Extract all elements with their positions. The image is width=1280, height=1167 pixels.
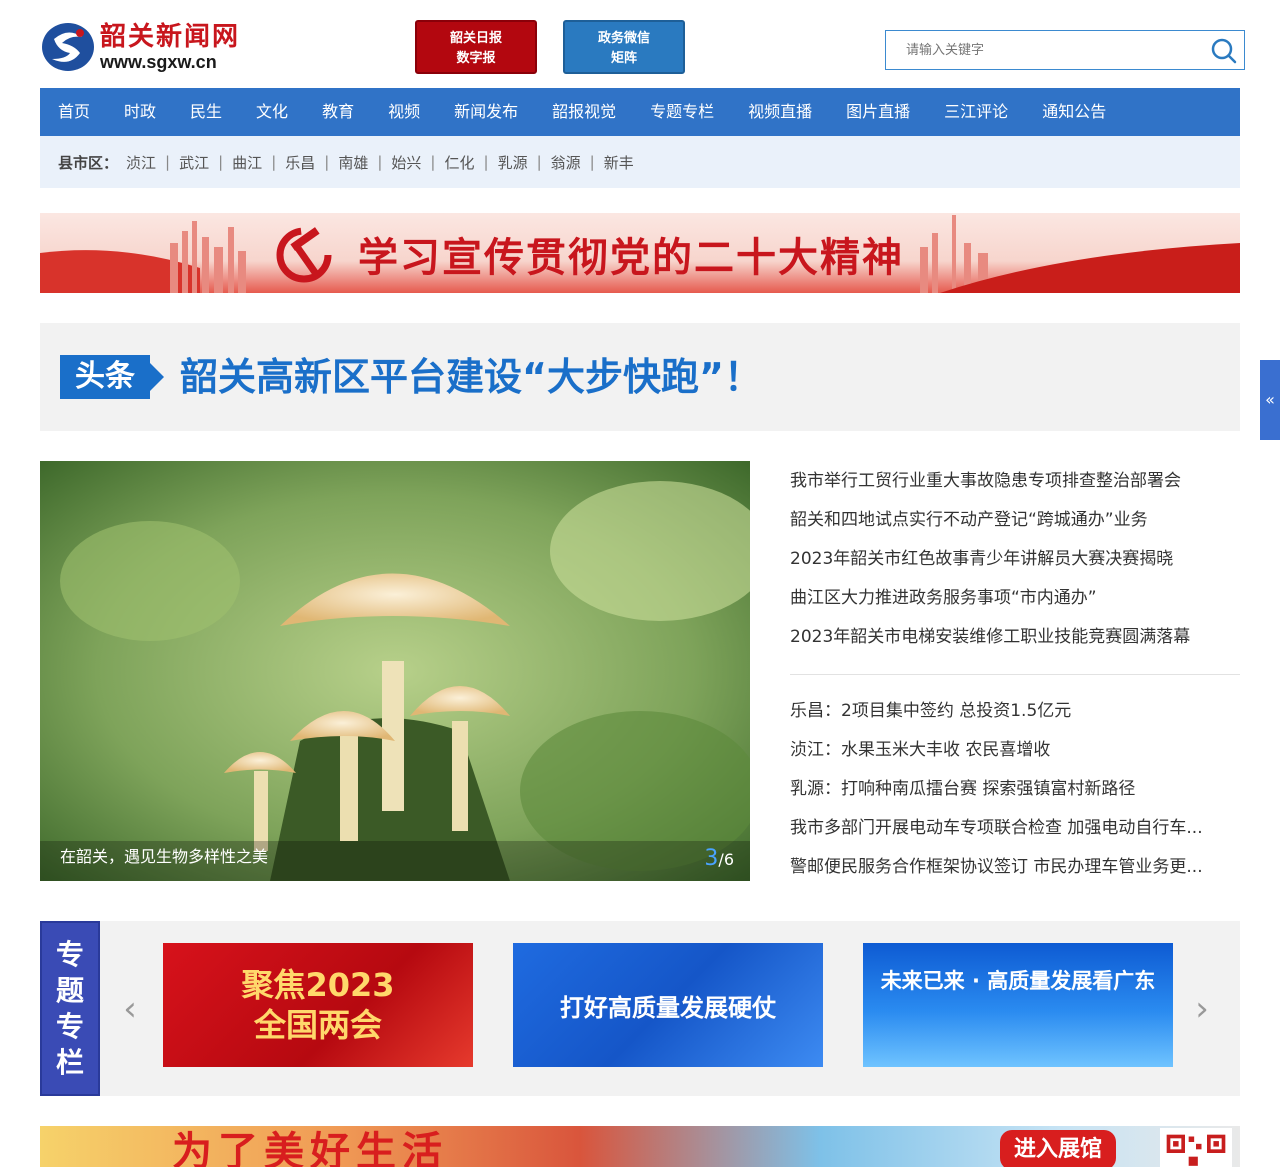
site-header: 韶关新闻网 www.sgxw.cn 韶关日报 数字报 政务微信 矩阵 — [40, 0, 1245, 88]
topics-label-char: 栏 — [55, 1045, 84, 1079]
nav-item-livelihood[interactable]: 民生 — [173, 88, 239, 136]
party-banner[interactable]: 学习宣传贯彻党的二十大精神 — [40, 213, 1240, 293]
headline-section: 头条 韶关高新区平台建设“大步快跑”！ — [40, 323, 1240, 431]
gov-button-line1: 政务微信 — [597, 31, 650, 46]
logo-url-text: www.sgxw.cn — [100, 52, 217, 72]
photo-slideshow[interactable]: 在韶关，遇见生物多样性之美 3/6 — [40, 461, 750, 881]
daily-button-line1: 韶关日报 — [449, 31, 502, 46]
topic-card-text: 未来已来 · 高质量发展看广东 — [880, 969, 1156, 993]
news-link[interactable]: 我市举行工贸行业重大事故隐患专项排查整治部署会 — [790, 462, 1240, 501]
county-separator: | — [377, 153, 383, 171]
news-link[interactable]: 乐昌：2项目集中签约 总投资1.5亿元 — [790, 692, 1240, 731]
county-link[interactable]: 始兴 — [391, 152, 421, 173]
nav-item-visual[interactable]: 韶报视觉 — [535, 88, 633, 136]
logo-mark-icon — [42, 23, 94, 71]
county-separator: | — [324, 153, 330, 171]
county-link[interactable]: 浈江 — [126, 152, 156, 173]
county-separator: | — [589, 153, 595, 171]
search-box — [885, 30, 1245, 70]
hammer-sickle-icon — [276, 227, 332, 283]
topics-prev-icon[interactable]: ‹ — [120, 989, 140, 1029]
banner-title: 学习宣传贯彻党的二十大精神 — [358, 235, 904, 281]
site-logo[interactable]: 韶关新闻网 www.sgxw.cn — [40, 18, 250, 76]
daily-digital-button[interactable]: 韶关日报 数字报 — [415, 20, 537, 74]
qr-code-icon — [1160, 1128, 1232, 1167]
county-link[interactable]: 曲江 — [232, 152, 262, 173]
topic-card-guangdong[interactable]: 未来已来 · 高质量发展看广东 — [863, 943, 1173, 1067]
slide-caption: 在韶关，遇见生物多样性之美 — [60, 847, 269, 866]
nav-item-home[interactable]: 首页 — [40, 88, 107, 136]
nav-item-politics[interactable]: 时政 — [107, 88, 173, 136]
logo-chinese-name: 韶关新闻网 — [100, 22, 241, 52]
news-link[interactable]: 警邮便民服务合作框架协议签订 市民办理车管业务更... — [790, 848, 1240, 887]
news-link[interactable]: 韶关和四地试点实行不动产登记“跨城通办”业务 — [790, 501, 1240, 540]
nav-item-education[interactable]: 教育 — [305, 88, 371, 136]
slide-total: /6 — [718, 850, 734, 869]
main-nav: 首页 时政 民生 文化 教育 视频 新闻发布 韶报视觉 专题专栏 视频直播 图片… — [40, 88, 1240, 136]
county-link[interactable]: 南雄 — [338, 152, 368, 173]
topic-card-two-sessions[interactable]: 聚焦2023 全国两会 — [163, 943, 473, 1067]
county-separator: | — [271, 153, 277, 171]
news-link[interactable]: 我市多部门开展电动车专项联合检查 加强电动自行车... — [790, 809, 1240, 848]
slide-counter: 3/6 — [704, 846, 734, 871]
search-input[interactable] — [886, 31, 1196, 69]
county-separator: | — [483, 153, 489, 171]
topics-label-char: 专 — [55, 937, 84, 971]
nav-item-live-photo[interactable]: 图片直播 — [829, 88, 927, 136]
news-list-top: 我市举行工贸行业重大事故隐患专项排查整治部署会 韶关和四地试点实行不动产登记“跨… — [790, 462, 1240, 657]
topic-card-text: 打好高质量发展硬仗 — [560, 993, 776, 1022]
news-list-bottom: 乐昌：2项目集中签约 总投资1.5亿元 浈江：水果玉米大丰收 农民喜增收 乳源：… — [790, 692, 1240, 887]
topics-section: 专 题 专 栏 ‹ 聚焦2023 全国两会 打好高质量发展硬仗 未来已来 · 高… — [40, 921, 1240, 1096]
county-link[interactable]: 乳源 — [498, 152, 528, 173]
county-link[interactable]: 新丰 — [604, 152, 634, 173]
topic-card-quality-development[interactable]: 打好高质量发展硬仗 — [513, 943, 823, 1067]
bottom-banner[interactable]: 为了美好生活 进入展馆 — [40, 1126, 1240, 1167]
gov-button-line2: 矩阵 — [610, 51, 637, 66]
county-label: 县市区： — [58, 153, 119, 172]
bottom-banner-title: 为了美好生活 — [172, 1129, 448, 1167]
topic-card-line1: 聚焦2023 — [241, 966, 395, 1004]
county-separator: | — [165, 153, 171, 171]
county-link[interactable]: 武江 — [179, 152, 209, 173]
mushroom-photo — [40, 461, 750, 881]
county-separator: | — [536, 153, 542, 171]
topics-label: 专 题 专 栏 — [40, 921, 100, 1096]
search-icon[interactable] — [1210, 37, 1238, 65]
topics-label-char: 题 — [55, 973, 84, 1007]
county-bar: 县市区： 浈江 | 武江 | 曲江 | 乐昌 | 南雄 | 始兴 | 仁化 | … — [40, 136, 1240, 188]
news-link[interactable]: 浈江：水果玉米大丰收 农民喜增收 — [790, 731, 1240, 770]
side-collapse-tab[interactable]: « — [1260, 360, 1280, 440]
nav-item-commentary[interactable]: 三江评论 — [927, 88, 1025, 136]
bottom-banner-enter: 进入展馆 — [1000, 1130, 1117, 1167]
topics-next-icon[interactable]: › — [1192, 989, 1212, 1029]
nav-item-topics[interactable]: 专题专栏 — [633, 88, 731, 136]
county-separator: | — [430, 153, 436, 171]
nav-item-culture[interactable]: 文化 — [239, 88, 305, 136]
topic-card-line2: 全国两会 — [253, 1006, 382, 1044]
headline-badge: 头条 — [60, 355, 150, 399]
headline-title[interactable]: 韶关高新区平台建设“大步快跑”！ — [180, 349, 762, 405]
slide-current: 3 — [704, 846, 719, 871]
daily-button-line2: 数字报 — [456, 51, 496, 66]
headline-arrow-icon — [150, 363, 164, 391]
nav-item-live-video[interactable]: 视频直播 — [731, 88, 829, 136]
news-link[interactable]: 曲江区大力推进政务服务事项“市内通办” — [790, 579, 1240, 618]
nav-item-video[interactable]: 视频 — [371, 88, 437, 136]
county-link[interactable]: 翁源 — [551, 152, 581, 173]
county-link[interactable]: 乐昌 — [285, 152, 315, 173]
nav-item-press-release[interactable]: 新闻发布 — [437, 88, 535, 136]
county-link[interactable]: 仁化 — [444, 152, 474, 173]
news-link[interactable]: 2023年韶关市红色故事青少年讲解员大赛决赛揭晓 — [790, 540, 1240, 579]
county-separator: | — [218, 153, 224, 171]
news-link[interactable]: 乳源：打响种南瓜擂台赛 探索强镇富村新路径 — [790, 770, 1240, 809]
news-link[interactable]: 2023年韶关市电梯安装维修工职业技能竞赛圆满落幕 — [790, 618, 1240, 657]
topics-label-char: 专 — [55, 1009, 84, 1043]
news-divider — [790, 674, 1240, 675]
gov-wechat-button[interactable]: 政务微信 矩阵 — [563, 20, 685, 74]
nav-item-notices[interactable]: 通知公告 — [1025, 88, 1123, 136]
